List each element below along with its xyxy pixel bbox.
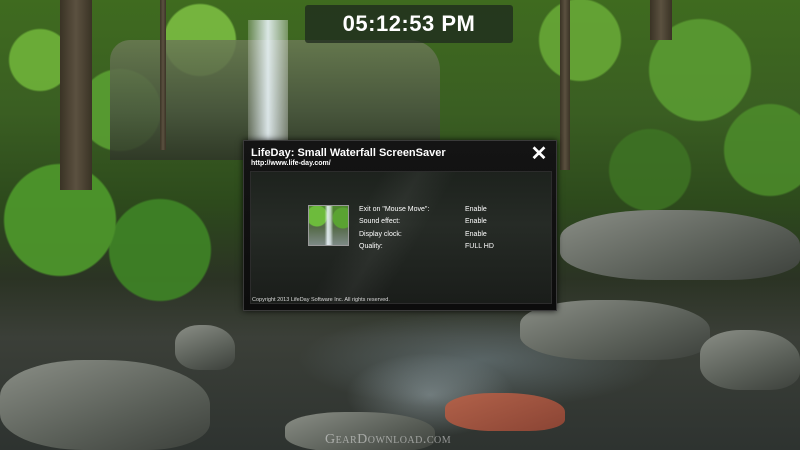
setting-row-quality: Quality: FULL HD (359, 241, 525, 254)
copyright-text: Copyright 2013 LifeDay Software Inc. All… (252, 297, 390, 303)
setting-row-exit-on-mouse-move: Exit on "Mouse Move": Enable (359, 203, 525, 216)
rock (175, 325, 235, 370)
rock (560, 210, 800, 280)
setting-label: Exit on "Mouse Move": (359, 205, 430, 213)
waterfall (248, 20, 288, 140)
dialog-body: Exit on "Mouse Move": Enable Sound effec… (250, 171, 552, 304)
rock (445, 393, 565, 431)
waterfall-thumbnail (308, 205, 349, 246)
tree-trunk (560, 0, 570, 170)
watermark: GearDownload.com (325, 432, 452, 447)
setting-row-sound-effect: Sound effect: Enable (359, 216, 525, 229)
dialog-title: LifeDay: Small Waterfall ScreenSaver (251, 147, 446, 159)
setting-label: Display clock: (359, 230, 402, 238)
tree-trunk (160, 0, 166, 150)
settings-list: Exit on "Mouse Move": Enable Sound effec… (359, 203, 525, 253)
setting-row-display-clock: Display clock: Enable (359, 228, 525, 241)
tree-trunk (650, 0, 672, 40)
setting-value-toggle[interactable]: FULL HD (465, 243, 525, 250)
close-icon[interactable]: ✕ (530, 144, 548, 164)
settings-dialog: LifeDay: Small Waterfall ScreenSaver htt… (243, 140, 557, 311)
setting-label: Quality: (359, 243, 383, 251)
clock-display: 05:12:53 PM (305, 5, 513, 43)
setting-value-toggle[interactable]: Enable (465, 231, 525, 238)
setting-value-toggle[interactable]: Enable (465, 206, 525, 213)
rock (0, 360, 210, 450)
setting-label: Sound effect: (359, 218, 401, 226)
website-link[interactable]: http://www.life-day.com/ (251, 160, 331, 167)
rock (700, 330, 800, 390)
tree-trunk (60, 0, 92, 190)
setting-value-toggle[interactable]: Enable (465, 218, 525, 225)
